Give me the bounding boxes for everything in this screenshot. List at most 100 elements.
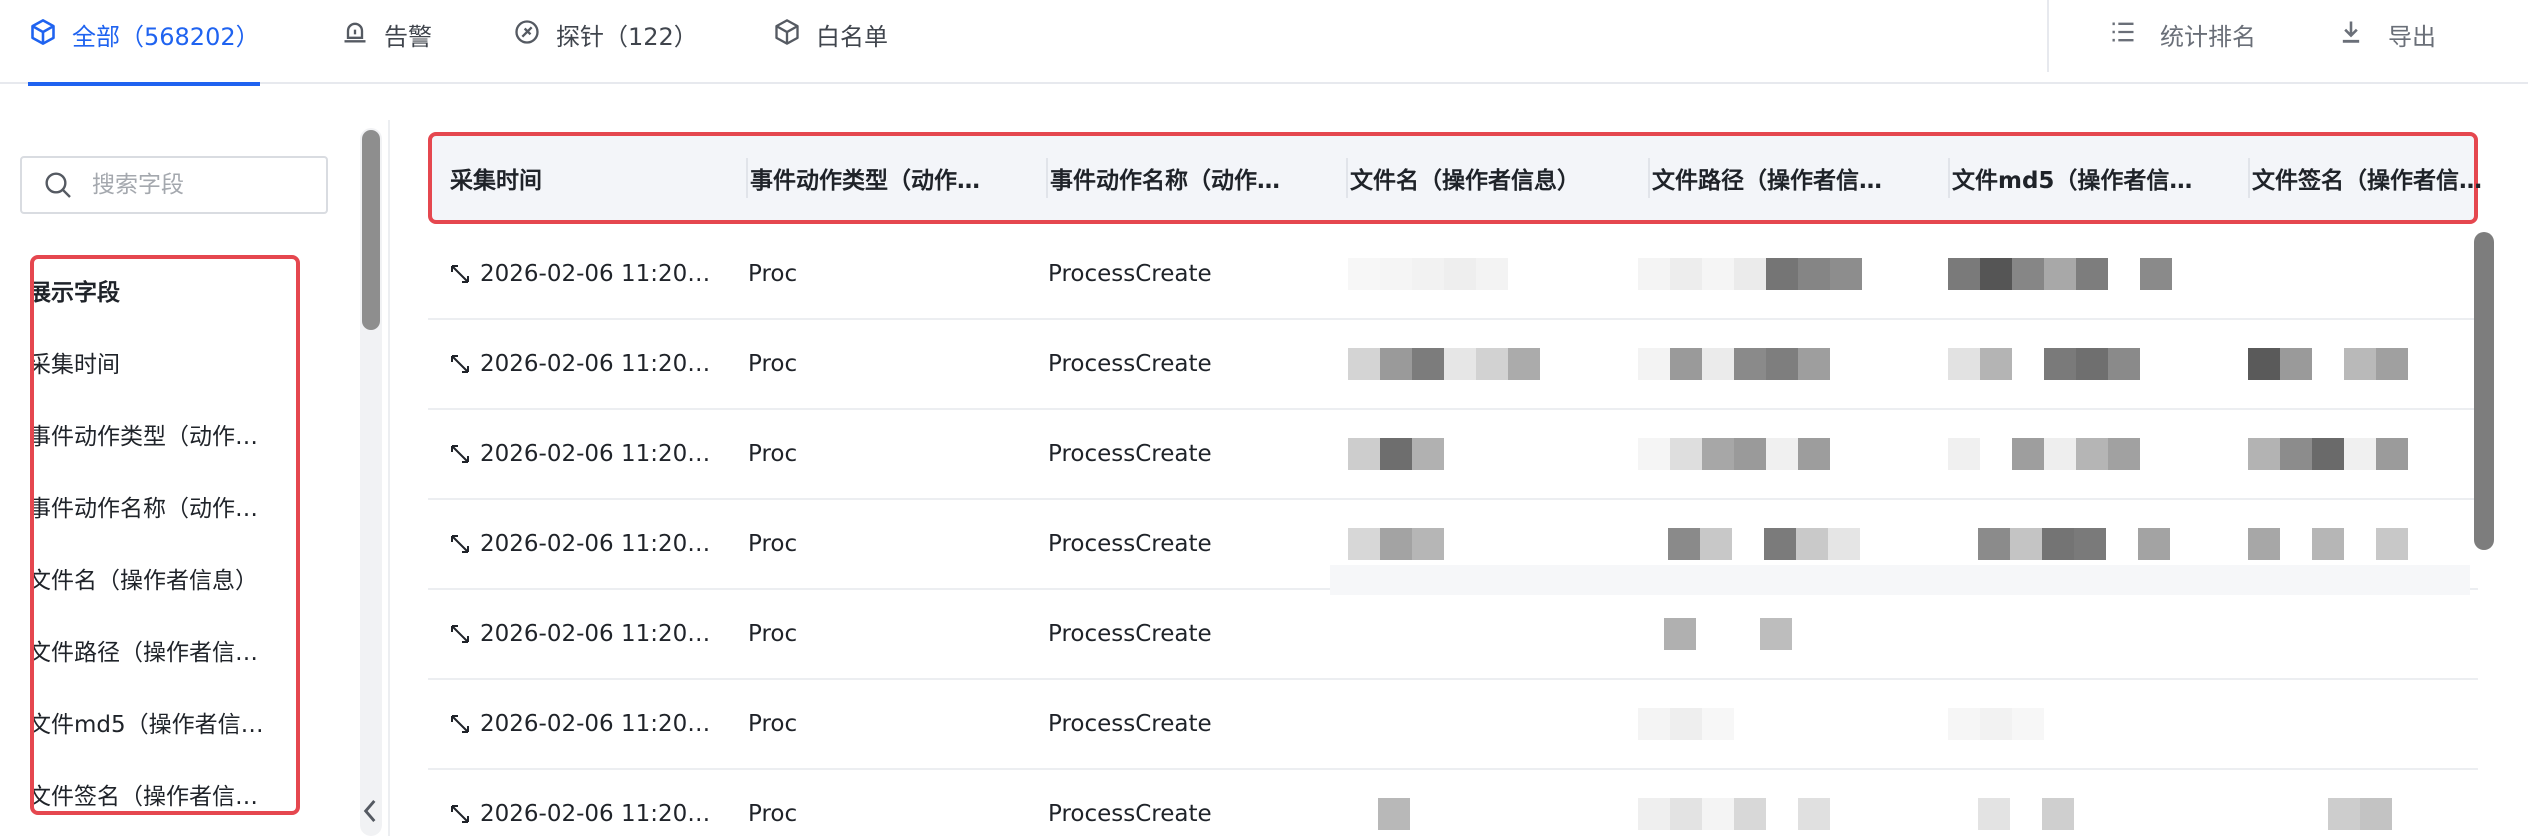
redacted-file-path: [1638, 680, 1734, 768]
field-item[interactable]: 文件路径（操作者信…: [34, 633, 258, 667]
redacted-file-signature: [2248, 410, 2408, 498]
active-tab-indicator: [28, 82, 260, 86]
expand-row-icon[interactable]: [448, 262, 472, 286]
field-item[interactable]: 采集时间: [34, 345, 120, 379]
redacted-file-md5: [1948, 680, 2044, 768]
redacted-file-name: [1348, 410, 1444, 498]
field-item[interactable]: 文件md5（操作者信…: [34, 705, 264, 739]
column-separator: [1046, 158, 1048, 198]
expand-row-icon[interactable]: [448, 442, 472, 466]
cell-collect-time: 2026-02-06 11:20…: [448, 770, 710, 836]
panel-divider: [388, 120, 390, 836]
table-row[interactable]: 2026-02-06 11:20… Proc ProcessCreate: [428, 590, 2478, 680]
column-header-action-type[interactable]: 事件动作类型（动作…: [750, 136, 980, 220]
field-item[interactable]: 文件签名（操作者信…: [34, 777, 258, 811]
display-fields-list: 展示字段 采集时间 事件动作类型（动作… 事件动作名称（动作… 文件名（操作者信…: [30, 255, 300, 815]
expand-row-icon[interactable]: [448, 532, 472, 556]
ranking-button[interactable]: 统计排名: [2108, 0, 2256, 72]
tab-all[interactable]: 全部（568202）: [28, 0, 260, 86]
cell-collect-time: 2026-02-06 11:20…: [448, 590, 710, 678]
redacted-file-path: [1638, 770, 1830, 836]
search-icon: [42, 169, 74, 201]
cell-action-name: ProcessCreate: [1048, 621, 1212, 647]
column-header-file-name[interactable]: 文件名（操作者信息）: [1350, 136, 1580, 220]
cell-action-type: Proc: [748, 441, 798, 467]
tab-whitelist[interactable]: 白名单: [772, 0, 888, 84]
column-separator: [1648, 158, 1650, 198]
ranking-label: 统计排名: [2160, 23, 2256, 51]
tab-alarm-label: 告警: [384, 23, 432, 51]
collect-time-value: 2026-02-06 11:20…: [480, 441, 711, 467]
export-label: 导出: [2388, 23, 2436, 51]
chevron-left-icon: [361, 798, 379, 828]
table-row[interactable]: 2026-02-06 11:20… Proc ProcessCreate: [428, 770, 2478, 836]
alarm-icon: [340, 17, 370, 47]
table-vertical-scrollbar[interactable]: [2474, 232, 2494, 550]
table-header: 采集时间 事件动作类型（动作… 事件动作名称（动作… 文件名（操作者信息） 文件…: [428, 132, 2482, 224]
column-header-file-md5[interactable]: 文件md5（操作者信…: [1952, 136, 2192, 220]
expand-row-icon[interactable]: [448, 802, 472, 826]
redacted-file-signature: [2328, 770, 2392, 836]
column-header-file-signature[interactable]: 文件签名（操作者信…: [2252, 136, 2482, 220]
cell-action-name: ProcessCreate: [1048, 261, 1212, 287]
cell-action-type: Proc: [748, 531, 798, 557]
field-item[interactable]: 事件动作名称（动作…: [34, 489, 258, 523]
cell-action-name: ProcessCreate: [1048, 801, 1212, 827]
cube-icon: [28, 17, 58, 47]
column-separator: [1948, 158, 1950, 198]
redacted-file-name: [1348, 230, 1508, 318]
redacted-file-md5: [1948, 320, 2140, 408]
collect-time-value: 2026-02-06 11:20…: [480, 531, 711, 557]
list-icon: [2108, 17, 2138, 47]
redacted-file-name: [1348, 320, 1540, 408]
redacted-file-md5: [1948, 410, 2140, 498]
toolbar-divider: [2047, 0, 2049, 72]
tab-probe-label: 探针（122）: [556, 23, 698, 51]
tab-all-label: 全部（568202）: [72, 23, 260, 51]
cell-action-name: ProcessCreate: [1048, 531, 1212, 557]
redacted-file-md5: [1978, 770, 2074, 836]
expand-row-icon[interactable]: [448, 622, 472, 646]
column-separator: [746, 158, 748, 198]
cell-action-type: Proc: [748, 351, 798, 377]
cell-action-type: Proc: [748, 801, 798, 827]
redacted-file-path: [1638, 230, 1862, 318]
table-row[interactable]: 2026-02-06 11:20… Proc ProcessCreate: [428, 320, 2478, 410]
collect-time-value: 2026-02-06 11:20…: [480, 621, 711, 647]
collapse-panel-button[interactable]: [355, 790, 385, 836]
display-fields-header: 展示字段: [30, 280, 120, 306]
collect-time-value: 2026-02-06 11:20…: [480, 801, 711, 827]
cell-collect-time: 2026-02-06 11:20…: [448, 230, 710, 318]
redacted-file-signature: [2248, 320, 2408, 408]
table-row[interactable]: 2026-02-06 11:20… Proc ProcessCreate: [428, 230, 2478, 320]
top-tab-bar: 全部（568202） 告警 探针（122） 白名单 统计排名 导出: [0, 0, 2528, 86]
redacted-file-path: [1638, 410, 1830, 498]
redacted-file-name: [1378, 770, 1410, 836]
field-search-input[interactable]: [92, 172, 312, 198]
field-item[interactable]: 文件名（操作者信息）: [34, 561, 258, 595]
collect-time-value: 2026-02-06 11:20…: [480, 261, 711, 287]
field-search-box[interactable]: [20, 156, 328, 214]
download-icon: [2336, 17, 2366, 47]
expand-row-icon[interactable]: [448, 712, 472, 736]
left-scrollbar-thumb[interactable]: [362, 130, 380, 330]
field-item[interactable]: 事件动作类型（动作…: [34, 417, 258, 451]
collect-time-value: 2026-02-06 11:20…: [480, 711, 711, 737]
cell-action-name: ProcessCreate: [1048, 351, 1212, 377]
table-row[interactable]: 2026-02-06 11:20… Proc ProcessCreate: [428, 680, 2478, 770]
redacted-file-md5: [1948, 230, 2172, 318]
export-button[interactable]: 导出: [2336, 0, 2436, 72]
column-header-action-name[interactable]: 事件动作名称（动作…: [1050, 136, 1280, 220]
tab-alarm[interactable]: 告警: [340, 0, 432, 84]
left-panel-scrollbar[interactable]: [360, 128, 382, 836]
column-header-file-path[interactable]: 文件路径（操作者信…: [1652, 136, 1882, 220]
redacted-file-path: [1638, 320, 1830, 408]
column-separator: [2248, 158, 2250, 198]
cell-action-type: Proc: [748, 711, 798, 737]
column-separator: [1346, 158, 1348, 198]
column-header-collect-time[interactable]: 采集时间: [450, 136, 542, 220]
table-row[interactable]: 2026-02-06 11:20… Proc ProcessCreate: [428, 410, 2478, 500]
expand-row-icon[interactable]: [448, 352, 472, 376]
cell-collect-time: 2026-02-06 11:20…: [448, 500, 710, 588]
tab-probe[interactable]: 探针（122）: [512, 0, 698, 84]
